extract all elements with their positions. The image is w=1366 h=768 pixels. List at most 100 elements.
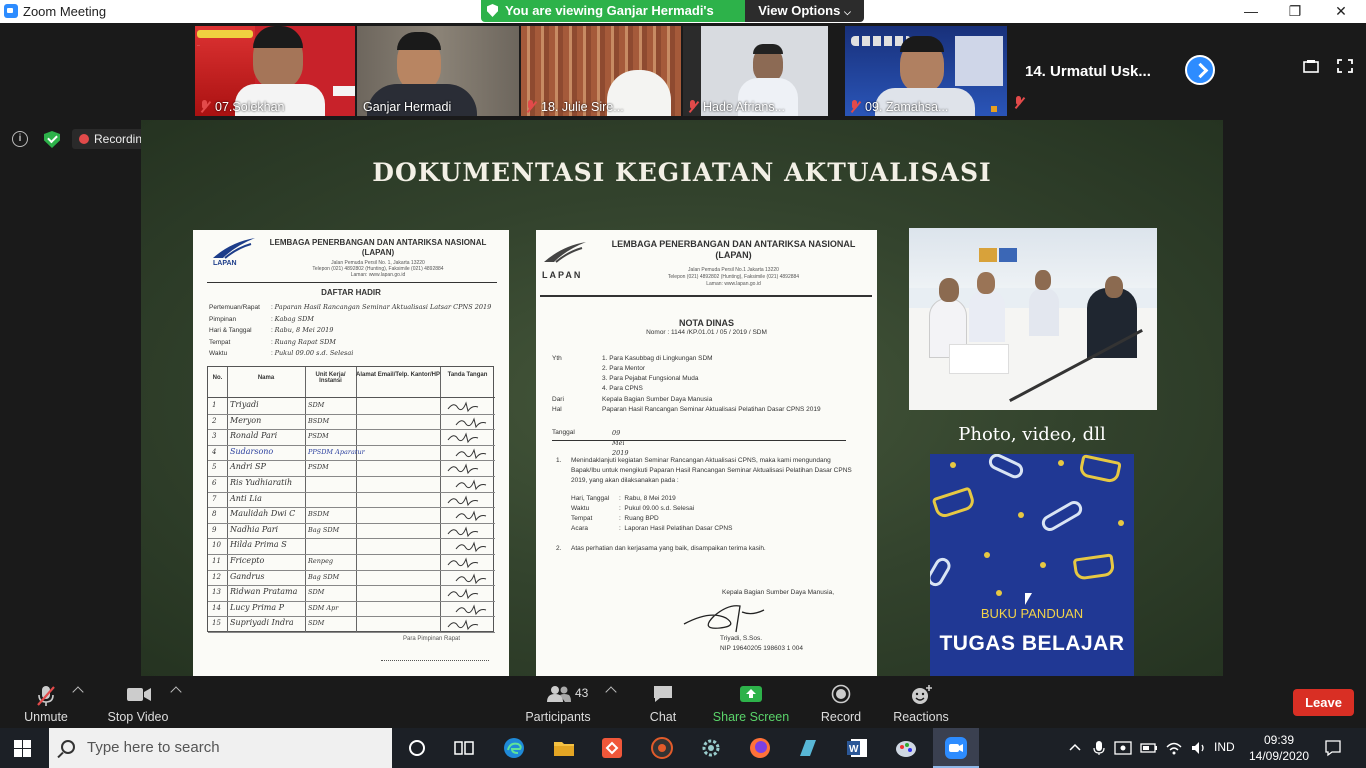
book-line-1: BUKU PANDUAN (980, 606, 1084, 621)
participant-name: Hade Afrians... (703, 100, 785, 114)
windows-start-icon[interactable] (14, 740, 31, 757)
app-icon-orange[interactable] (600, 736, 624, 760)
close-window-button[interactable]: ✕ (1318, 0, 1364, 23)
meeting-info-icon[interactable]: i (12, 131, 28, 147)
table-cell-name: Lucy Prima P (230, 602, 285, 612)
signature-icon (447, 588, 479, 600)
app-icon-teal[interactable] (796, 736, 820, 760)
search-icon (61, 740, 75, 754)
table-cell-number: 2 (212, 416, 217, 425)
share-screen-button[interactable]: Share Screen (711, 680, 791, 726)
share-screen-icon (740, 686, 762, 702)
view-options-button[interactable]: View Options ⌵ (745, 0, 864, 22)
table-cell-unit: PPSDM Aparatur (308, 447, 365, 456)
notifications-icon[interactable] (1324, 739, 1342, 760)
table-cell-number: 7 (212, 494, 217, 503)
guide-book-cover: BUKU PANDUAN TUGAS BELAJAR (930, 454, 1134, 676)
table-cell-number: 15 (212, 619, 221, 628)
shared-screen-slide: DOKUMENTASI KEGIATAN AKTUALISASI LAPAN L… (141, 120, 1223, 676)
microphone-tray-icon[interactable] (1092, 740, 1106, 759)
cortana-icon[interactable] (405, 736, 429, 760)
taskbar-search-box[interactable]: Type here to search (49, 728, 392, 768)
table-cell-unit: PSDM (308, 432, 329, 441)
show-hidden-icons-chevron-icon[interactable] (1068, 740, 1082, 757)
tanggal-label: Tanggal (552, 429, 575, 436)
table-cell-name: Andri SP (230, 462, 266, 472)
signature-icon (447, 494, 479, 506)
dari-label: Dari (552, 396, 564, 403)
table-cell-unit: SDM Apr (308, 603, 339, 612)
table-cell-unit: SDM (308, 588, 325, 597)
muted-mic-icon (687, 100, 699, 113)
org-name: LEMBAGA PENERBANGAN DAN ANTARIKSA NASION… (611, 239, 856, 249)
participants-label: Participants (525, 710, 591, 724)
wifi-icon[interactable] (1165, 740, 1183, 759)
chat-button[interactable]: Chat (638, 680, 688, 726)
unmute-button[interactable]: Unmute (16, 680, 76, 726)
participant-tile[interactable]: Hade Afrians... (683, 26, 843, 116)
word-icon[interactable]: W (845, 736, 869, 760)
edge-browser-icon[interactable] (502, 736, 526, 760)
tanggal-value: 09 Mei 2019 (612, 429, 629, 457)
field-row: Pimpinan: Kabag SDM (209, 314, 314, 323)
meet-now-icon[interactable] (1114, 740, 1132, 759)
battery-icon[interactable] (1140, 740, 1158, 759)
participant-name: 18. Julie Sire... (541, 100, 624, 114)
firefox-icon[interactable] (748, 736, 772, 760)
volume-icon[interactable] (1190, 740, 1208, 759)
table-cell-unit: SDM (308, 619, 325, 628)
org-website: Laman: www.lapan.go.id (350, 272, 406, 278)
svg-text:W: W (849, 744, 859, 755)
table-cell-number: 13 (212, 588, 221, 597)
unmute-label: Unmute (24, 710, 68, 724)
table-cell-name: Nadhia Pari (230, 524, 279, 534)
table-row-divider (208, 444, 495, 446)
column-header: Alamat Email/Telp. Kantor/HP (356, 372, 440, 378)
lapan-logo-icon (213, 238, 255, 259)
attendance-list-document: LAPAN LEMBAGA PENERBANGAN DAN ANTARIKSA … (193, 230, 509, 676)
stop-video-button[interactable]: Stop Video (103, 680, 173, 726)
chat-icon (654, 686, 672, 702)
settings-app-icon[interactable] (699, 736, 723, 760)
table-cell-name: Triyadi (230, 400, 259, 409)
clock-date: 14/09/2020 (1249, 749, 1310, 763)
fullscreen-icon[interactable] (1337, 59, 1353, 73)
participant-tile-active-speaker[interactable]: Ganjar Hermadi (357, 26, 519, 116)
reactions-button[interactable]: Reactions (890, 680, 952, 726)
task-view-icon[interactable] (452, 736, 476, 760)
leave-meeting-button[interactable]: Leave (1293, 689, 1354, 716)
participant-tile[interactable]: ... 07.Solekhan (195, 26, 355, 116)
participant-tile[interactable]: 09. Zamahsa... (845, 26, 1007, 116)
signature-icon (447, 463, 479, 475)
participant-name[interactable]: 14. Urmatul Usk... (1025, 63, 1151, 80)
org-abbr: (LAPAN) (361, 248, 395, 257)
paint-icon[interactable] (894, 736, 918, 760)
table-cell-number: 11 (212, 557, 221, 565)
participants-count: 43 (575, 686, 589, 700)
participants-button[interactable]: 43 Participants (523, 680, 593, 726)
clock-time: 09:39 (1263, 733, 1295, 747)
zoom-taskbar-button-active[interactable] (933, 728, 979, 768)
record-button[interactable]: Record (813, 680, 869, 726)
file-explorer-icon[interactable] (552, 736, 576, 760)
meeting-photo (909, 228, 1157, 410)
minimize-button[interactable]: — (1228, 0, 1274, 23)
lapan-logo-text: LAPAN (213, 260, 237, 267)
encryption-shield-icon[interactable] (44, 131, 60, 148)
participant-tile[interactable]: 18. Julie Sire... (521, 26, 681, 116)
mouse-cursor-icon (1025, 593, 1032, 605)
hal-value: Paparan Hasil Rancangan Seminar Aktualis… (602, 406, 821, 413)
muted-microphone-icon (37, 686, 55, 706)
signer-title: Kepala Bagian Sumber Daya Manusia, (722, 589, 835, 596)
header-rule (207, 282, 497, 283)
participants-options-caret-icon[interactable] (605, 686, 617, 698)
gallery-view-icon[interactable] (1303, 59, 1319, 73)
next-page-arrow-icon[interactable] (1185, 55, 1215, 85)
taskbar-clock[interactable]: 09:39 14/09/2020 (1249, 732, 1309, 764)
header-rule (540, 295, 872, 297)
maximize-button[interactable]: ❐ (1272, 0, 1318, 23)
table-cell-number: 1 (212, 401, 217, 409)
memo-paragraph-2: Atas perhatian dan kerjasama yang baik, … (571, 545, 766, 552)
media-player-icon[interactable] (650, 736, 674, 760)
input-language-indicator[interactable]: IND (1214, 740, 1235, 754)
